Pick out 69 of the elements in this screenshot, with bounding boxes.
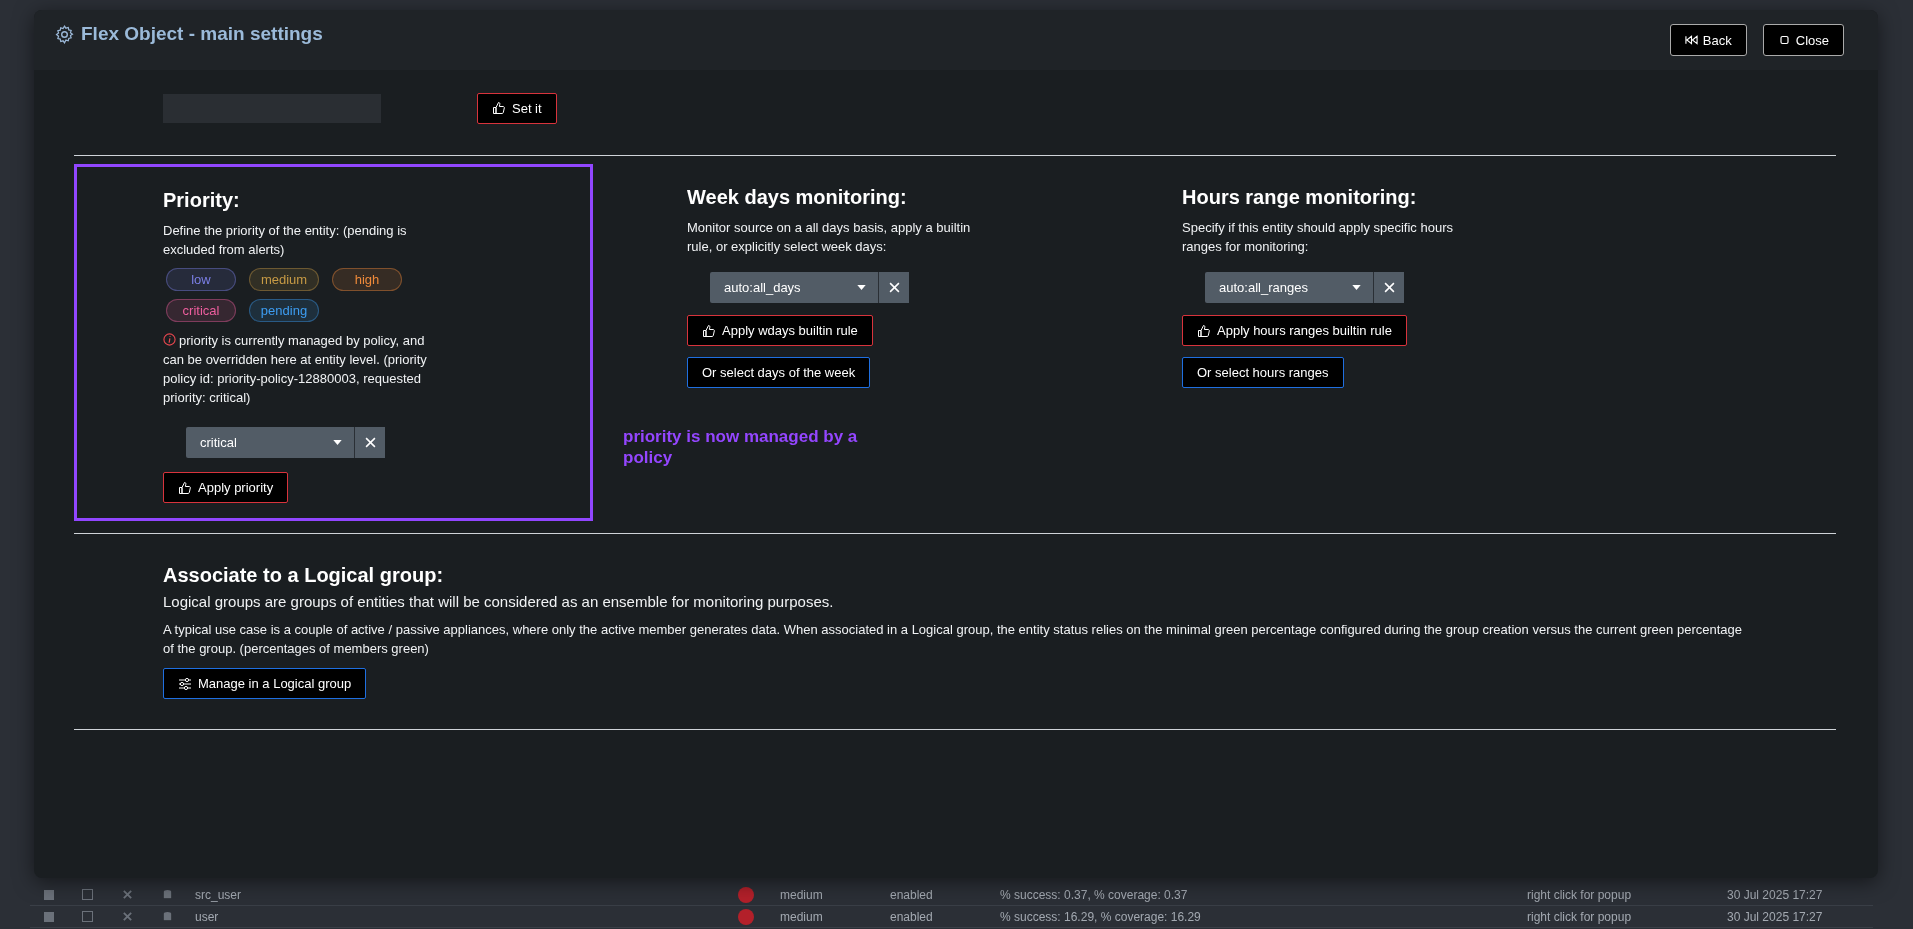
- priority-tag[interactable]: high: [332, 268, 402, 291]
- table-cell: 30 Jul 2025 17:27: [1727, 909, 1823, 924]
- section-description: Specify if this entity should apply specific hours ranges for monitoring:: [1182, 219, 1454, 256]
- policy-notice: priority is currently managed by policy, and can be overridden here at entity level. (priority policy id: priority-policy-12880003, requested priority: critical): [163, 332, 428, 407]
- apply-priority-button[interactable]: Apply priority: [163, 472, 289, 503]
- table-cell: right click for popup: [1527, 909, 1632, 924]
- section-heading: Hours range monitoring:: [1182, 186, 1418, 209]
- status-dot: [738, 908, 754, 925]
- clear-button[interactable]: [878, 272, 909, 303]
- close-button[interactable]: Close: [1762, 24, 1844, 56]
- caret-icon: [1352, 285, 1361, 290]
- back-button[interactable]: Back: [1669, 24, 1747, 56]
- settings-icon: [54, 23, 75, 45]
- set-button[interactable]: Set it: [477, 92, 557, 124]
- caret-icon: [333, 440, 342, 445]
- checkbox-icon: [44, 911, 54, 922]
- table-cell: src_user: [195, 887, 241, 902]
- section-heading: Associate to a Logical group:: [163, 564, 445, 587]
- priority-tag[interactable]: pending: [249, 299, 319, 322]
- table-row[interactable]: user medium enabled % success: 16.29, % coverage: 16.29 right click for popup 30 Jul 2025 17:27: [30, 906, 1873, 928]
- table-cell: medium: [780, 887, 823, 902]
- close-icon: [888, 282, 900, 293]
- thumbs-up-icon: [702, 323, 716, 338]
- priority-tag[interactable]: critical: [166, 299, 236, 322]
- table-row[interactable]: src_user medium enabled % success: 0.37, % coverage: 0.37 right click for popup 30 Jul 2025 17:27: [30, 884, 1873, 906]
- rewind-icon: [1684, 35, 1698, 45]
- section-heading: Week days monitoring:: [687, 186, 908, 209]
- tools-icon: [122, 911, 133, 922]
- section-heading: Priority:: [163, 189, 241, 212]
- caret-icon: [857, 285, 866, 290]
- manage-group-button[interactable]: Manage in a Logical group: [163, 668, 367, 699]
- dialog-title: Flex Object - main settings: [81, 23, 323, 45]
- square-icon: [1777, 35, 1791, 45]
- section-description: Logical groups are groups of entities that will be considered as an ensemble for monitoring purposes.: [163, 593, 835, 610]
- table-cell: enabled: [890, 909, 933, 924]
- apply-rule-button[interactable]: Apply wdays builtin rule: [687, 315, 873, 346]
- section-description: Monitor source on a all days basis, apply a builtin rule, or explicitly select week days:: [687, 219, 972, 256]
- thumbs-up-icon: [178, 480, 192, 495]
- select-button[interactable]: Or select days of the week: [687, 357, 871, 388]
- rule-dropdown[interactable]: auto:all_ranges: [1205, 272, 1373, 303]
- close-icon: [1383, 282, 1395, 293]
- section-description: Define the priority of the entity: (pending is excluded from alerts): [163, 222, 408, 259]
- table-cell: user: [195, 909, 219, 924]
- table-cell: enabled: [890, 887, 933, 902]
- checkbox-icon: [44, 889, 54, 900]
- apply-rule-button[interactable]: Apply hours ranges builtin rule: [1182, 315, 1407, 346]
- rule-dropdown[interactable]: auto:all_days: [710, 272, 878, 303]
- table-cell: right click for popup: [1527, 887, 1632, 902]
- checkbox-icon: [82, 911, 93, 922]
- select-button[interactable]: Or select hours ranges: [1182, 357, 1344, 388]
- checkbox-icon: [82, 889, 93, 900]
- section-description: A typical use case is a couple of active / passive appliances, where only the active member generates data. When associated in a Logical group, the entity status relies on the minimal green percentage configured during the group creation versus the current green percentage of the group. (percentages of members green): [163, 621, 1743, 658]
- thumbs-up-icon: [492, 101, 506, 115]
- table-cell: medium: [780, 909, 823, 924]
- clear-button[interactable]: [354, 427, 385, 458]
- annotation-text: priority is now managed by a policy: [623, 426, 859, 468]
- info-icon: [163, 333, 176, 346]
- priority-tag[interactable]: medium: [249, 268, 319, 291]
- close-icon: [364, 437, 376, 448]
- status-dot: [738, 886, 754, 903]
- thumbs-up-icon: [1197, 323, 1211, 338]
- table-cell: 30 Jul 2025 17:27: [1727, 887, 1823, 902]
- priority-dropdown[interactable]: critical: [186, 427, 354, 458]
- sliders-icon: [178, 676, 192, 691]
- table-cell: % success: 16.29, % coverage: 16.29: [1000, 909, 1201, 924]
- tools-icon: [122, 889, 133, 900]
- priority-tag[interactable]: low: [166, 268, 236, 291]
- table-cell: % success: 0.37, % coverage: 0.37: [1000, 887, 1188, 902]
- clear-button[interactable]: [1373, 272, 1404, 303]
